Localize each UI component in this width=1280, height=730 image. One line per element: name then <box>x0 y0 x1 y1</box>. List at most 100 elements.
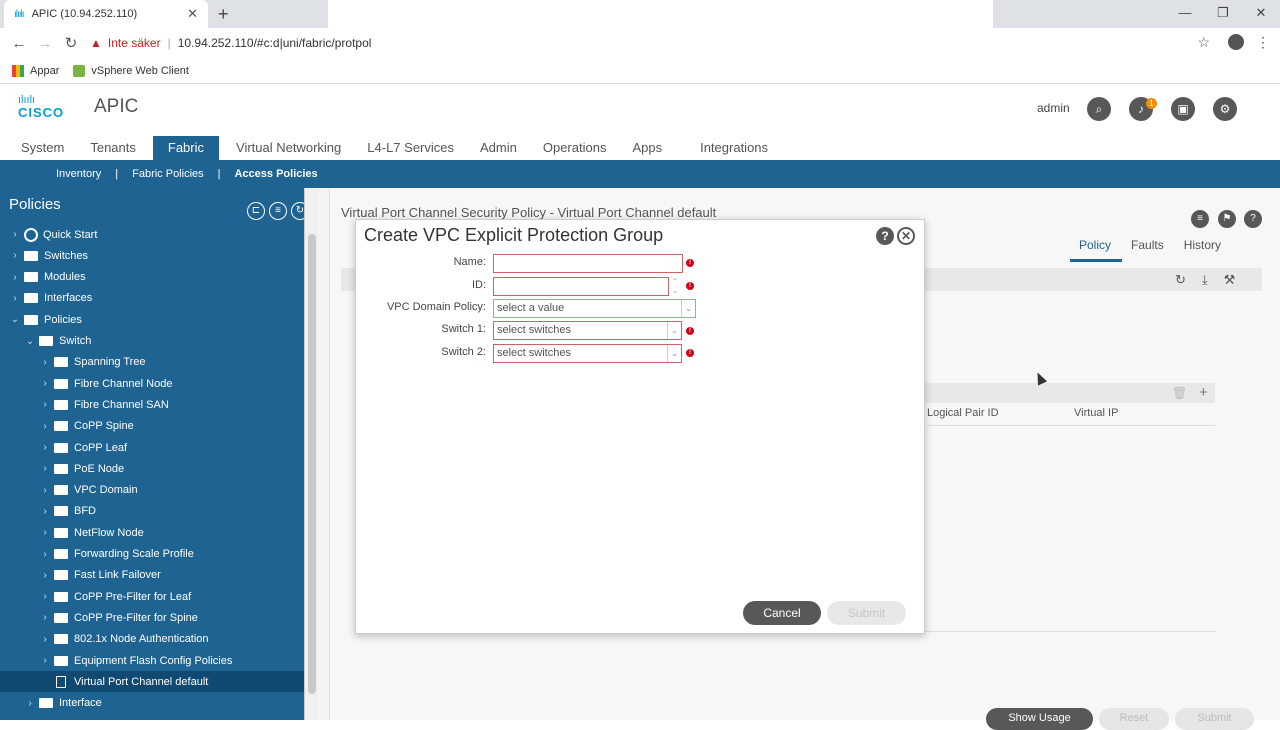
url-field[interactable]: ▲ Inte säker | 10.94.252.110/#c:d|uni/fa… <box>90 31 1218 55</box>
chevron-down-icon[interactable]: ⌄ <box>681 300 695 317</box>
tab-fabric[interactable]: Fabric <box>152 136 220 160</box>
chevron-right-icon[interactable]: › <box>10 293 20 304</box>
restore-icon[interactable]: ❐ <box>1204 0 1242 28</box>
help-icon[interactable]: ? <box>1244 210 1262 228</box>
subnav-access-policies[interactable]: Access Policies <box>235 168 318 180</box>
chevron-right-icon[interactable]: › <box>25 698 35 709</box>
sidebar-item-copp-spine[interactable]: › CoPP Spine <box>0 416 304 437</box>
sidebar-item-virtual-port-channel-default[interactable]: Virtual Port Channel default <box>0 671 304 693</box>
tab-history[interactable]: History <box>1175 238 1232 262</box>
chevron-down-icon[interactable]: ⌄ <box>25 336 35 347</box>
scrollbar-thumb[interactable] <box>308 234 316 694</box>
chevron-right-icon[interactable]: › <box>40 612 50 623</box>
sidebar-item-interfaces[interactable]: › Interfaces <box>0 288 304 309</box>
column-header[interactable]: Virtual IP <box>1074 407 1118 419</box>
close-window-icon[interactable]: ✕ <box>1242 0 1280 28</box>
chevron-right-icon[interactable]: › <box>40 378 50 389</box>
tab-apps[interactable]: Apps <box>619 136 675 160</box>
cancel-button[interactable]: Cancel <box>743 601 821 625</box>
sidebar-item-quick-start[interactable]: › Quick Start <box>0 224 304 245</box>
refresh-icon[interactable]: ↻ <box>291 202 304 220</box>
pane-splitter[interactable] <box>318 188 330 720</box>
chevron-right-icon[interactable]: › <box>40 549 50 560</box>
tab-admin[interactable]: Admin <box>467 136 530 160</box>
monitor-icon[interactable]: ▣ <box>1171 97 1195 121</box>
subnav-fabric-policies[interactable]: Fabric Policies <box>132 168 204 180</box>
tab-policy[interactable]: Policy <box>1070 238 1123 262</box>
main-submit-button[interactable]: Submit <box>1175 708 1254 730</box>
tab-tenants[interactable]: Tenants <box>77 136 149 160</box>
chevron-down-icon[interactable]: ⌄ <box>667 345 681 362</box>
dialog-help-icon[interactable]: ? <box>876 227 894 245</box>
sidebar-item-fibre-channel-node[interactable]: › Fibre Channel Node <box>0 373 304 394</box>
cisco-logo[interactable]: ılıılı CISCO <box>18 95 64 121</box>
gear-icon[interactable]: ⚙ <box>1213 97 1237 121</box>
tab-virtual-networking[interactable]: Virtual Networking <box>223 136 354 160</box>
collapse-all-icon[interactable]: ⊏ <box>247 202 265 220</box>
sidebar-item-forwarding-scale-profile[interactable]: › Forwarding Scale Profile <box>0 544 304 565</box>
list-view-icon[interactable]: ≡ <box>269 202 287 220</box>
sidebar-item-fast-link-failover[interactable]: › Fast Link Failover <box>0 565 304 586</box>
bookmark-apps[interactable]: Appar <box>12 64 59 77</box>
chevron-down-icon[interactable]: ⌄ <box>10 314 20 325</box>
sidebar-item-policies[interactable]: ⌄ Policies <box>0 309 304 330</box>
chevron-right-icon[interactable]: › <box>10 272 20 283</box>
tools-icon[interactable]: ⚒ <box>1224 272 1236 288</box>
switch2-select[interactable]: select switches ⌄ <box>493 344 682 363</box>
bookmark-vsphere[interactable]: vSphere Web Client <box>73 64 189 77</box>
domain-policy-select[interactable]: select a value ⌄ <box>493 299 696 318</box>
chevron-right-icon[interactable]: › <box>40 399 50 410</box>
browser-menu-icon[interactable]: ⋮ <box>1256 34 1270 51</box>
sidebar-item-modules[interactable]: › Modules <box>0 267 304 288</box>
sidebar-item-interface[interactable]: › Interface <box>0 693 304 714</box>
chevron-right-icon[interactable]: › <box>40 527 50 538</box>
search-icon[interactable]: ⌕ <box>1087 97 1111 121</box>
dialog-close-icon[interactable]: ✕ <box>897 227 915 245</box>
submit-button[interactable]: Submit <box>827 601 906 625</box>
sidebar-item-copp-pre-filter-for-spine[interactable]: › CoPP Pre-Filter for Spine <box>0 607 304 628</box>
id-stepper[interactable]: ⌃ ⌄ <box>668 277 682 296</box>
add-icon[interactable]: + <box>1199 384 1208 401</box>
tab-integrations[interactable]: Integrations <box>675 136 781 160</box>
chevron-right-icon[interactable]: › <box>40 506 50 517</box>
reload-icon[interactable]: ↻ <box>58 34 84 52</box>
sidebar-item-switch[interactable]: ⌄ Switch <box>0 331 304 352</box>
sidebar-item-poe-node[interactable]: › PoE Node <box>0 458 304 479</box>
tab-l4-l7-services[interactable]: L4-L7 Services <box>354 136 467 160</box>
chevron-right-icon[interactable]: › <box>40 634 50 645</box>
download-icon[interactable]: ⤓ <box>1202 272 1208 288</box>
back-icon[interactable]: ← <box>6 35 32 52</box>
chevron-right-icon[interactable]: › <box>40 591 50 602</box>
delete-icon[interactable]: 🗑 <box>1172 386 1187 400</box>
close-tab-icon[interactable]: ✕ <box>187 6 198 22</box>
sidebar-item-copp-leaf[interactable]: › CoPP Leaf <box>0 437 304 458</box>
forward-icon[interactable]: → <box>32 35 58 52</box>
chevron-right-icon[interactable]: › <box>40 421 50 432</box>
sidebar-item-fibre-channel-san[interactable]: › Fibre Channel SAN <box>0 394 304 415</box>
sidebar-item-bfd[interactable]: › BFD <box>0 501 304 522</box>
browser-tab[interactable]: ılıılı APIC (10.94.252.110) ✕ <box>4 0 208 28</box>
switch1-select[interactable]: select switches ⌄ <box>493 321 682 340</box>
list-icon[interactable]: ≡ <box>1191 210 1209 228</box>
new-tab-button[interactable]: + <box>218 4 229 25</box>
chevron-right-icon[interactable]: › <box>40 485 50 496</box>
sidebar-item-equipment-flash-config-policies[interactable]: › Equipment Flash Config Policies <box>0 650 304 671</box>
id-input[interactable] <box>493 277 669 296</box>
show-usage-button[interactable]: Show Usage <box>986 708 1093 730</box>
chevron-right-icon[interactable]: › <box>10 250 20 261</box>
subnav-inventory[interactable]: Inventory <box>56 168 101 180</box>
tab-operations[interactable]: Operations <box>530 136 620 160</box>
chevron-down-icon[interactable]: ⌄ <box>667 322 681 339</box>
tab-system[interactable]: System <box>0 136 77 160</box>
column-header[interactable]: Logical Pair ID <box>927 407 999 419</box>
profile-icon[interactable] <box>1228 34 1244 50</box>
chevron-right-icon[interactable]: › <box>40 570 50 581</box>
name-input[interactable] <box>493 254 683 273</box>
reset-button[interactable]: Reset <box>1099 708 1169 730</box>
sidebar-item-switches[interactable]: › Switches <box>0 245 304 266</box>
sidebar-item-copp-pre-filter-for-leaf[interactable]: › CoPP Pre-Filter for Leaf <box>0 586 304 607</box>
bookmark-star-icon[interactable]: ☆ <box>1197 34 1210 51</box>
sidebar-item-netflow-node[interactable]: › NetFlow Node <box>0 522 304 543</box>
refresh-icon[interactable]: ↻ <box>1175 272 1186 288</box>
chevron-right-icon[interactable]: › <box>10 229 20 240</box>
